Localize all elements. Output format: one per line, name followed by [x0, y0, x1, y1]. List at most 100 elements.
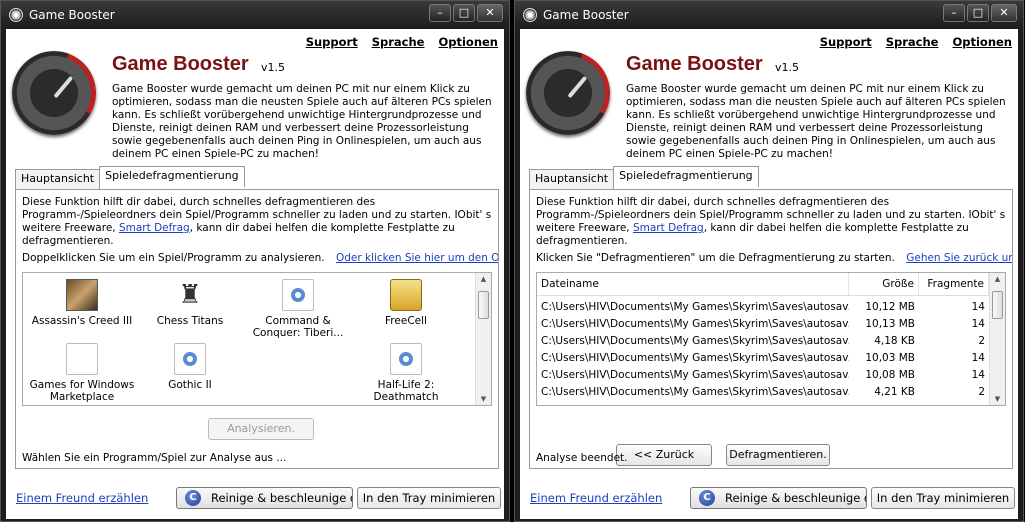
scroll-up-icon[interactable]: ▲: [990, 275, 1005, 283]
table-row[interactable]: C:\Users\HIV\Documents\My Games\Skyrim\S…: [537, 316, 989, 333]
support-link[interactable]: Support: [820, 35, 872, 49]
tab-game-defrag[interactable]: Spieledefragmentierung: [99, 166, 245, 187]
tab-main-view[interactable]: Hauptansicht: [15, 169, 101, 190]
cell-filename: C:\Users\HIV\Documents\My Games\Skyrim\S…: [541, 318, 849, 330]
panel-description: Diese Funktion hilft dir dabei, durch sc…: [22, 196, 494, 248]
back-button[interactable]: << Zurück: [616, 444, 712, 466]
minimize-button[interactable]: –: [429, 4, 451, 22]
app-title: Game Booster: [112, 53, 249, 75]
scroll-down-icon[interactable]: ▼: [476, 395, 491, 403]
vertical-scrollbar[interactable]: ▲ ▼: [989, 273, 1005, 405]
fragments-table[interactable]: Dateiname Größe Fragmente C:\Users\HIV\D…: [536, 272, 1006, 406]
defragment-button[interactable]: Defragmentieren.: [726, 444, 830, 466]
panel-description: Diese Funktion hilft dir dabei, durch sc…: [536, 196, 1008, 248]
clean-icon: C: [185, 490, 201, 506]
tab-strip: Hauptansicht Spieledefragmentierung: [529, 166, 759, 190]
minimize-button[interactable]: –: [943, 4, 965, 22]
cell-filename: C:\Users\HIV\Documents\My Games\Skyrim\S…: [541, 335, 849, 347]
freecell-icon: [390, 279, 422, 311]
vertical-scrollbar[interactable]: ▲ ▼: [475, 273, 491, 405]
scroll-thumb[interactable]: [478, 291, 489, 319]
cell-fragments: 14: [971, 318, 985, 330]
game-item[interactable]: Games for Windows Marketplace: [27, 341, 137, 403]
options-link[interactable]: Optionen: [438, 35, 498, 49]
cell-fragments: 14: [971, 301, 985, 313]
clean-button-label: Reinige & beschleunige de: [211, 491, 353, 505]
column-filename[interactable]: Dateiname: [537, 273, 849, 295]
smart-defrag-link[interactable]: Smart Defrag: [633, 222, 704, 234]
options-link[interactable]: Optionen: [952, 35, 1012, 49]
table-row[interactable]: C:\Users\HIV\Documents\My Games\Skyrim\S…: [537, 350, 989, 367]
column-size[interactable]: Größe: [849, 273, 919, 295]
clean-button-label: Reinige & beschleunige de: [725, 491, 867, 505]
status-text: Analyse beendet.: [536, 452, 628, 464]
instruction-text: Klicken Sie "Defragmentieren" um die Def…: [536, 252, 895, 264]
title-bar[interactable]: Game Booster – □ ✕: [515, 1, 1023, 29]
maximize-button[interactable]: □: [453, 4, 475, 22]
choose-folder-link[interactable]: Oder klicken Sie hier um den Ordner ausz…: [336, 252, 498, 264]
status-text: Wählen Sie ein Programm/Spiel zur Analys…: [22, 452, 287, 464]
chess-icon: ♜: [178, 280, 202, 310]
game-item-label: Command & Conquer: Tiberi...: [252, 315, 344, 339]
scroll-up-icon[interactable]: ▲: [476, 275, 491, 283]
game-item[interactable]: Gothic II: [135, 341, 245, 391]
support-link[interactable]: Support: [306, 35, 358, 49]
clean-speedup-button[interactable]: C Reinige & beschleunige de: [690, 487, 867, 509]
game-booster-window-left: Game Booster – □ ✕ Support Sprache Optio…: [0, 0, 510, 522]
assassins-creed-icon: [66, 279, 98, 311]
scroll-thumb[interactable]: [992, 291, 1003, 319]
tab-main-view[interactable]: Hauptansicht: [529, 169, 615, 190]
language-link[interactable]: Sprache: [372, 35, 425, 49]
document-icon: [66, 343, 98, 375]
clean-speedup-button[interactable]: C Reinige & beschleunige de: [176, 487, 353, 509]
tab-strip: Hauptansicht Spieledefragmentierung: [15, 166, 245, 190]
cell-fragments: 2: [978, 386, 985, 398]
analyze-button[interactable]: Analysieren.: [208, 418, 314, 440]
app-description: Game Booster wurde gemacht um deinen PC …: [112, 83, 492, 160]
instruction-row: Klicken Sie "Defragmentieren" um die Def…: [536, 252, 1012, 264]
table-header: Dateiname Größe Fragmente: [537, 273, 989, 296]
scroll-down-icon[interactable]: ▼: [990, 395, 1005, 403]
go-back-link[interactable]: Gehen Sie zurück um ein ander: [906, 252, 1012, 264]
tell-a-friend-link[interactable]: Einem Freund erzählen: [530, 491, 662, 505]
game-item[interactable]: FreeCell: [351, 277, 461, 327]
game-item-label: Half-Life 2: Deathmatch: [373, 379, 439, 403]
cell-size: 4,21 KB: [874, 386, 915, 398]
game-booster-window-right: Game Booster – □ ✕ Support Sprache Optio…: [514, 0, 1024, 522]
cell-size: 10,03 MB: [865, 352, 915, 364]
table-row[interactable]: C:\Users\HIV\Documents\My Games\Skyrim\S…: [537, 384, 989, 401]
maximize-button[interactable]: □: [967, 4, 989, 22]
close-button[interactable]: ✕: [477, 4, 503, 22]
client-area: Support Sprache Optionen Game Booster v1…: [6, 29, 504, 519]
game-item-label: Gothic II: [168, 379, 212, 391]
minimize-to-tray-button[interactable]: In den Tray minimieren: [357, 487, 501, 509]
games-list[interactable]: Assassin's Creed III ♜ Chess Titans Command…: [22, 272, 492, 406]
app-title: Game Booster: [626, 53, 763, 75]
column-fragments[interactable]: Fragmente: [919, 273, 989, 295]
cell-size: 4,18 KB: [874, 335, 915, 347]
defrag-panel: Diese Funktion hilft dir dabei, durch sc…: [529, 189, 1013, 469]
cell-size: 10,12 MB: [865, 301, 915, 313]
tell-a-friend-link[interactable]: Einem Freund erzählen: [16, 491, 148, 505]
table-row[interactable]: C:\Users\HIV\Documents\My Games\Skyrim\S…: [537, 367, 989, 384]
minimize-to-tray-button[interactable]: In den Tray minimieren: [871, 487, 1015, 509]
app-version: v1.5: [775, 61, 800, 74]
close-button[interactable]: ✕: [991, 4, 1017, 22]
title-bar[interactable]: Game Booster – □ ✕: [1, 1, 509, 29]
cell-fragments: 14: [971, 369, 985, 381]
table-row[interactable]: C:\Users\HIV\Documents\My Games\Skyrim\S…: [537, 333, 989, 350]
game-item-label: FreeCell: [385, 315, 427, 327]
cell-size: 10,08 MB: [865, 369, 915, 381]
tab-game-defrag[interactable]: Spieledefragmentierung: [613, 166, 759, 187]
game-item[interactable]: Half-Life 2: Deathmatch: [351, 341, 461, 403]
language-link[interactable]: Sprache: [886, 35, 939, 49]
app-icon: [523, 8, 537, 22]
game-item[interactable]: ♜ Chess Titans: [135, 277, 245, 327]
game-item[interactable]: Command & Conquer: Tiberi...: [243, 277, 353, 339]
defrag-panel: Diese Funktion hilft dir dabei, durch sc…: [15, 189, 499, 469]
window-title: Game Booster: [29, 8, 115, 22]
table-row[interactable]: C:\Users\HIV\Documents\My Games\Skyrim\S…: [537, 299, 989, 316]
exe-icon: [282, 279, 314, 311]
game-item[interactable]: Assassin's Creed III: [27, 277, 137, 327]
smart-defrag-link[interactable]: Smart Defrag: [119, 222, 190, 234]
